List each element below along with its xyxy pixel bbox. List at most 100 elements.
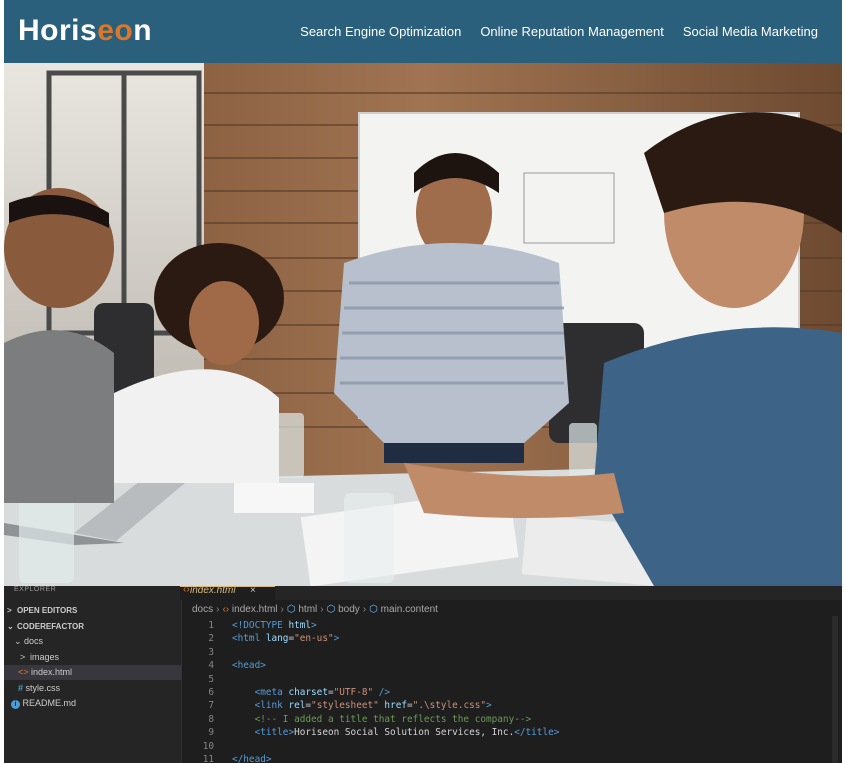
code-line[interactable]: 8 <!-- I added a title that reflects the… bbox=[192, 713, 531, 726]
line-number: 8 bbox=[208, 713, 214, 725]
chevron-down-icon: ⌄ bbox=[14, 636, 22, 646]
element-cube-icon: ⬡ bbox=[369, 604, 378, 615]
logo-text-accent: eo bbox=[97, 14, 134, 47]
code-line[interactable]: 4 <head> bbox=[192, 659, 266, 672]
code-token: > bbox=[311, 620, 317, 631]
sidebar-section-coderefactor[interactable]: ⌄ CODEREFACTOR bbox=[4, 619, 184, 634]
chevron-right-icon: > bbox=[7, 606, 12, 615]
line-number: 2 bbox=[208, 633, 214, 645]
site-logo[interactable]: Horiseon bbox=[18, 14, 152, 48]
sidebar-label: OPEN EDITORS bbox=[17, 606, 78, 615]
chevron-right-icon: › bbox=[280, 604, 284, 615]
code-token: <!-- I added a title that reflects the c… bbox=[254, 713, 532, 725]
close-icon[interactable]: × bbox=[250, 585, 256, 596]
sidebar-item-docs[interactable]: ⌄ docs bbox=[4, 634, 191, 649]
code-token: lang bbox=[265, 633, 289, 645]
sidebar-label: docs bbox=[24, 636, 44, 646]
site-header: Horiseon Search Engine Optimization Onli… bbox=[4, 0, 842, 63]
line-number: 5 bbox=[208, 673, 214, 685]
breadcrumb-html[interactable]: html bbox=[298, 604, 317, 615]
element-cube-icon: ⬡ bbox=[286, 604, 296, 615]
line-number: 1 bbox=[208, 620, 214, 631]
line-number: 4 bbox=[208, 660, 214, 672]
code-token: <title> bbox=[254, 727, 295, 739]
code-token: rel bbox=[288, 700, 306, 712]
element-cube-icon: ⬡ bbox=[326, 604, 336, 615]
code-token: <html bbox=[232, 633, 266, 645]
tab-index-html[interactable]: ‹› index.html × bbox=[180, 584, 275, 601]
nav-link-social[interactable]: Social Media Marketing bbox=[683, 24, 818, 39]
code-token: <!DOCTYPE bbox=[232, 620, 289, 631]
code-token: > bbox=[486, 700, 492, 712]
sidebar-label: style.css bbox=[25, 683, 61, 693]
editor-tabstrip: EXPLORER ‹› index.html × bbox=[4, 584, 842, 601]
sidebar-section-open-editors[interactable]: > OPEN EDITORS bbox=[4, 603, 184, 618]
explorer-title: EXPLORER bbox=[14, 586, 57, 593]
code-token: "UTF-8" bbox=[333, 687, 374, 698]
tab-label: index.html bbox=[190, 585, 236, 596]
info-icon: i bbox=[11, 700, 20, 709]
code-line[interactable]: 9 <title>Horiseon Social Solution Servic… bbox=[192, 726, 559, 739]
breadcrumb-body[interactable]: body bbox=[338, 604, 360, 615]
code-token: <head> bbox=[232, 660, 266, 672]
sidebar-item-images[interactable]: > images bbox=[4, 650, 197, 665]
code-line[interactable]: 11 </head> bbox=[192, 753, 272, 763]
code-line[interactable]: 5 bbox=[192, 673, 232, 686]
html-file-icon: <> bbox=[18, 667, 29, 677]
code-token: > bbox=[333, 633, 340, 645]
logo-text-end: n bbox=[133, 14, 153, 47]
sidebar-label: CODEREFACTOR bbox=[17, 622, 84, 631]
line-number: 7 bbox=[208, 700, 214, 712]
nav-link-seo[interactable]: Search Engine Optimization bbox=[300, 24, 461, 39]
sidebar-label: README.md bbox=[22, 698, 77, 708]
nav-link-reputation[interactable]: Online Reputation Management bbox=[480, 24, 664, 39]
explorer-sidebar: > OPEN EDITORS ⌄ CODEREFACTOR ⌄ docs > image… bbox=[4, 600, 182, 763]
screenshot-frame: Horiseon Search Engine Optimization Onli… bbox=[4, 0, 842, 763]
code-token: </head> bbox=[232, 754, 272, 763]
vertical-scrollbar[interactable] bbox=[832, 616, 838, 763]
code-token: <link bbox=[254, 700, 289, 712]
breadcrumb-docs[interactable]: docs bbox=[192, 604, 213, 615]
code-token: html bbox=[288, 620, 312, 631]
sidebar-item-style-css[interactable]: # style.css bbox=[4, 681, 195, 696]
code-line[interactable]: 6 <meta charset="UTF-8" /> bbox=[192, 686, 390, 699]
code-line[interactable]: 10 bbox=[192, 740, 232, 753]
line-number: 10 bbox=[202, 740, 214, 752]
chevron-down-icon: ⌄ bbox=[7, 622, 14, 631]
hero-photo-illustration bbox=[4, 63, 842, 586]
sidebar-label: images bbox=[30, 652, 60, 662]
logo-text-main: Horis bbox=[18, 14, 98, 47]
chevron-right-icon: › bbox=[362, 604, 367, 615]
chevron-right-icon: › bbox=[320, 604, 324, 615]
chevron-right-icon: > bbox=[20, 652, 26, 662]
html-file-icon: ‹› bbox=[183, 584, 190, 595]
code-token: ".\style.css" bbox=[412, 700, 487, 712]
code-token: /> bbox=[373, 687, 391, 698]
sidebar-label: index.html bbox=[31, 667, 73, 677]
html-file-icon: ‹› bbox=[222, 604, 230, 615]
line-number: 6 bbox=[208, 687, 214, 698]
sidebar-item-index-html[interactable]: <> index.html bbox=[4, 665, 181, 680]
code-line[interactable]: 7 <link rel="stylesheet" href=".\style.c… bbox=[192, 699, 492, 712]
breadcrumb-file[interactable]: index.html bbox=[232, 604, 278, 615]
code-token: "en-us" bbox=[294, 633, 334, 645]
sidebar-item-readme[interactable]: i README.md bbox=[4, 696, 188, 711]
line-number: 3 bbox=[208, 646, 214, 658]
line-number: 9 bbox=[208, 727, 214, 739]
chevron-right-icon: › bbox=[216, 604, 220, 615]
code-token: charset bbox=[288, 687, 328, 698]
code-token: Horiseon Social Solution Services, Inc. bbox=[294, 727, 515, 739]
line-number: 11 bbox=[202, 754, 214, 763]
breadcrumb-main[interactable]: main.content bbox=[381, 604, 438, 615]
code-editor: EXPLORER ‹› index.html × > OPEN EDITORS ⌄… bbox=[4, 584, 842, 763]
code-token: href bbox=[378, 700, 408, 712]
breadcrumb: docs › ‹› index.html › ⬡ html › ⬡ body › ⬡ main.… bbox=[192, 604, 438, 615]
code-token: "stylesheet" bbox=[311, 700, 379, 712]
code-line[interactable]: 3 bbox=[192, 646, 232, 659]
code-line[interactable]: 2 <html lang="en-us"> bbox=[192, 632, 339, 645]
code-line[interactable]: 1 <!DOCTYPE html> bbox=[192, 619, 317, 632]
